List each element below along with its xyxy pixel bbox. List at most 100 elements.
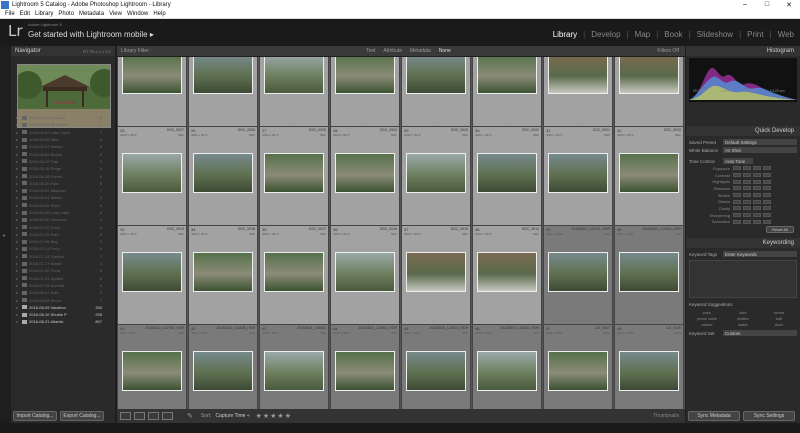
folder-item[interactable]: ▸ 2018-06-01 Lookout 6 bbox=[2, 114, 102, 121]
sync-metadata-button[interactable]: Sync Metadata bbox=[688, 411, 740, 421]
photo-rating[interactable]: · · · · · bbox=[331, 219, 399, 223]
import-catalog-button[interactable]: Import Catalog... bbox=[13, 411, 57, 421]
folder-item[interactable]: ▸ 2018-08-05 Shore 7 bbox=[2, 296, 102, 303]
lightroom-mobile-link[interactable]: Get started with Lightroom mobile ▸ bbox=[28, 30, 154, 39]
photo-rating[interactable]: · · · · · bbox=[544, 318, 612, 322]
filters-off-dropdown[interactable]: Filters Off bbox=[657, 48, 679, 54]
photo-rating[interactable]: · · · · · bbox=[331, 318, 399, 322]
decrease-large-button[interactable] bbox=[733, 193, 741, 198]
photo-cell[interactable]: 19DSC_09354000 x 3072NEF· · · · · bbox=[259, 57, 329, 127]
photo-rating[interactable]: · · · · · bbox=[331, 120, 399, 124]
sort-select[interactable]: Capture Time ÷ bbox=[215, 413, 249, 419]
menu-window[interactable]: Window bbox=[127, 11, 148, 17]
decrease-large-button[interactable] bbox=[733, 166, 741, 171]
folder-item[interactable]: ▸ 2018-06-18 Forest 6 bbox=[2, 172, 102, 179]
increase-large-button[interactable] bbox=[763, 213, 771, 218]
folder-item[interactable]: ▸ 2018-08-31 Atlantic 807 bbox=[2, 318, 102, 325]
photo-cell[interactable]: 4120180824_132000_HDR4032 x 3024JPG· · ·… bbox=[117, 324, 187, 409]
menu-file[interactable]: File bbox=[5, 11, 15, 17]
white-balance-select[interactable]: As Shot bbox=[723, 147, 797, 153]
photo-thumbnail[interactable] bbox=[122, 351, 182, 391]
photo-cell[interactable]: 4420180824_133901_HDR4032 x 3024JPG· · ·… bbox=[330, 324, 400, 409]
photo-thumbnail[interactable] bbox=[193, 153, 253, 193]
folder-item[interactable]: ▸ 2018-06-09 Beach 3 bbox=[2, 150, 102, 157]
increase-large-button[interactable] bbox=[763, 173, 771, 178]
folder-item[interactable]: ▸ 2018-06-30 Overlook 4 bbox=[2, 216, 102, 223]
quick-develop-header[interactable]: Quick Develop bbox=[686, 126, 800, 136]
folder-item[interactable]: ▸ 2018-06-15 Ridge 4 bbox=[2, 165, 102, 172]
photo-thumbnail[interactable] bbox=[193, 252, 253, 292]
increase-small-button[interactable] bbox=[753, 186, 761, 191]
photo-thumbnail[interactable] bbox=[406, 57, 466, 94]
decrease-large-button[interactable] bbox=[733, 213, 741, 218]
photo-rating[interactable]: · · · · · bbox=[189, 318, 257, 322]
photo-cell[interactable]: 30 DSC_0922 4000 x 3072 NEF · · · · · bbox=[472, 126, 542, 226]
photo-thumbnail[interactable] bbox=[193, 57, 253, 94]
increase-large-button[interactable] bbox=[763, 199, 771, 204]
photo-thumbnail[interactable] bbox=[548, 351, 608, 391]
folder-item[interactable]: ▸ 2018-06-02 Mt Rainier 4 bbox=[2, 121, 102, 128]
photo-cell[interactable]: 20DSC_09304000 x 3072NEF· · · · · bbox=[330, 57, 400, 127]
keyword-set-select[interactable]: Custom bbox=[723, 330, 797, 337]
photo-thumbnail[interactable] bbox=[406, 153, 466, 193]
photo-cell[interactable]: 25 DSC_0927 4000 x 3072 NEF · · · · · bbox=[117, 126, 187, 226]
photo-cell[interactable]: 28 DSC_0924 4000 x 3072 NEF · · · · · bbox=[330, 126, 400, 226]
decrease-large-button[interactable] bbox=[733, 199, 741, 204]
photo-rating[interactable]: · · · · · bbox=[189, 120, 257, 124]
increase-large-button[interactable] bbox=[763, 166, 771, 171]
photo-thumbnail[interactable] bbox=[619, 153, 679, 193]
menu-metadata[interactable]: Metadata bbox=[79, 11, 104, 17]
photo-thumbnail[interactable] bbox=[548, 57, 608, 94]
decrease-small-button[interactable] bbox=[743, 206, 751, 211]
photo-rating[interactable]: · · · · · bbox=[118, 219, 186, 223]
folder-item[interactable]: ▸ 2018-08-10 Shubie P 298 bbox=[2, 311, 102, 318]
folder-item[interactable]: ▸ 2018-07-05 Park 9 bbox=[2, 231, 102, 238]
photo-cell[interactable]: 4220180824_133458_HDR4032 x 3024JPG· · ·… bbox=[188, 324, 258, 409]
saved-preset-select[interactable]: Default Settings bbox=[723, 139, 797, 145]
thumbnail-size-slider[interactable]: Thumbnails bbox=[653, 413, 679, 419]
increase-small-button[interactable] bbox=[753, 173, 761, 178]
photo-cell[interactable]: 4320180824_1336044032 x 3024JPG· · · · · bbox=[259, 324, 329, 409]
folder-item[interactable]: ▸ 2018-07-17 Island 4 bbox=[2, 260, 102, 267]
decrease-large-button[interactable] bbox=[733, 179, 741, 184]
decrease-small-button[interactable] bbox=[743, 199, 751, 204]
navigator-zoom-options[interactable]: FIT FILL 1:1 3:1 bbox=[83, 49, 111, 54]
photo-cell[interactable]: 36 DSC_0916 4000 x 3072 NEF · · · · · bbox=[330, 225, 400, 325]
photo-thumbnail[interactable] bbox=[619, 252, 679, 292]
photo-rating[interactable]: · · · · · bbox=[260, 318, 328, 322]
folder-item[interactable]: ▸ 2018-07-20 Pond 5 bbox=[2, 267, 102, 274]
keyword-suggestion[interactable]: trail bbox=[761, 316, 797, 321]
menu-view[interactable]: View bbox=[109, 11, 122, 17]
keyword-suggestion[interactable]: park bbox=[689, 310, 725, 315]
increase-large-button[interactable] bbox=[763, 179, 771, 184]
histogram-header[interactable]: Histogram bbox=[686, 46, 800, 56]
decrease-small-button[interactable] bbox=[743, 213, 751, 218]
decrease-large-button[interactable] bbox=[733, 173, 741, 178]
folder-item[interactable]: ▸ 2018-06-22 Meadow 7 bbox=[2, 187, 102, 194]
folder-item[interactable]: ▸ 2018-06-03 Lake Clark 7 bbox=[2, 129, 102, 136]
photo-thumbnail[interactable] bbox=[477, 351, 537, 391]
photo-thumbnail[interactable] bbox=[619, 351, 679, 391]
increase-large-button[interactable] bbox=[763, 193, 771, 198]
photo-cell[interactable]: 17DSC_09334000 x 3072NEF· · · · · bbox=[117, 57, 187, 127]
menu-edit[interactable]: Edit bbox=[20, 11, 30, 17]
photo-thumbnail[interactable] bbox=[335, 351, 395, 391]
photo-thumbnail[interactable] bbox=[264, 153, 324, 193]
menu-photo[interactable]: Photo bbox=[58, 11, 74, 17]
photo-rating[interactable]: · · · · · bbox=[473, 318, 541, 322]
photo-thumbnail[interactable] bbox=[264, 57, 324, 94]
photo-thumbnail[interactable] bbox=[619, 57, 679, 94]
photo-rating[interactable]: · · · · · bbox=[118, 120, 186, 124]
photo-thumbnail[interactable] bbox=[477, 153, 537, 193]
increase-small-button[interactable] bbox=[753, 193, 761, 198]
navigator-header[interactable]: Navigator FIT FILL 1:1 3:1 bbox=[11, 46, 115, 56]
keyword-tags-select[interactable]: Enter Keywords bbox=[723, 251, 797, 258]
keyword-suggestion[interactable]: lake bbox=[725, 310, 761, 315]
photo-cell[interactable]: 31 DSC_0921 4000 x 3072 NEF · · · · · bbox=[543, 126, 613, 226]
rating-stars[interactable]: ★★★★★ bbox=[256, 412, 292, 420]
sync-settings-button[interactable]: Sync Settings bbox=[743, 411, 795, 421]
decrease-small-button[interactable] bbox=[743, 186, 751, 191]
module-book[interactable]: Book bbox=[664, 30, 682, 39]
keyword-suggestion[interactable]: nature bbox=[689, 322, 725, 327]
photo-rating[interactable]: · · · · · bbox=[118, 318, 186, 322]
